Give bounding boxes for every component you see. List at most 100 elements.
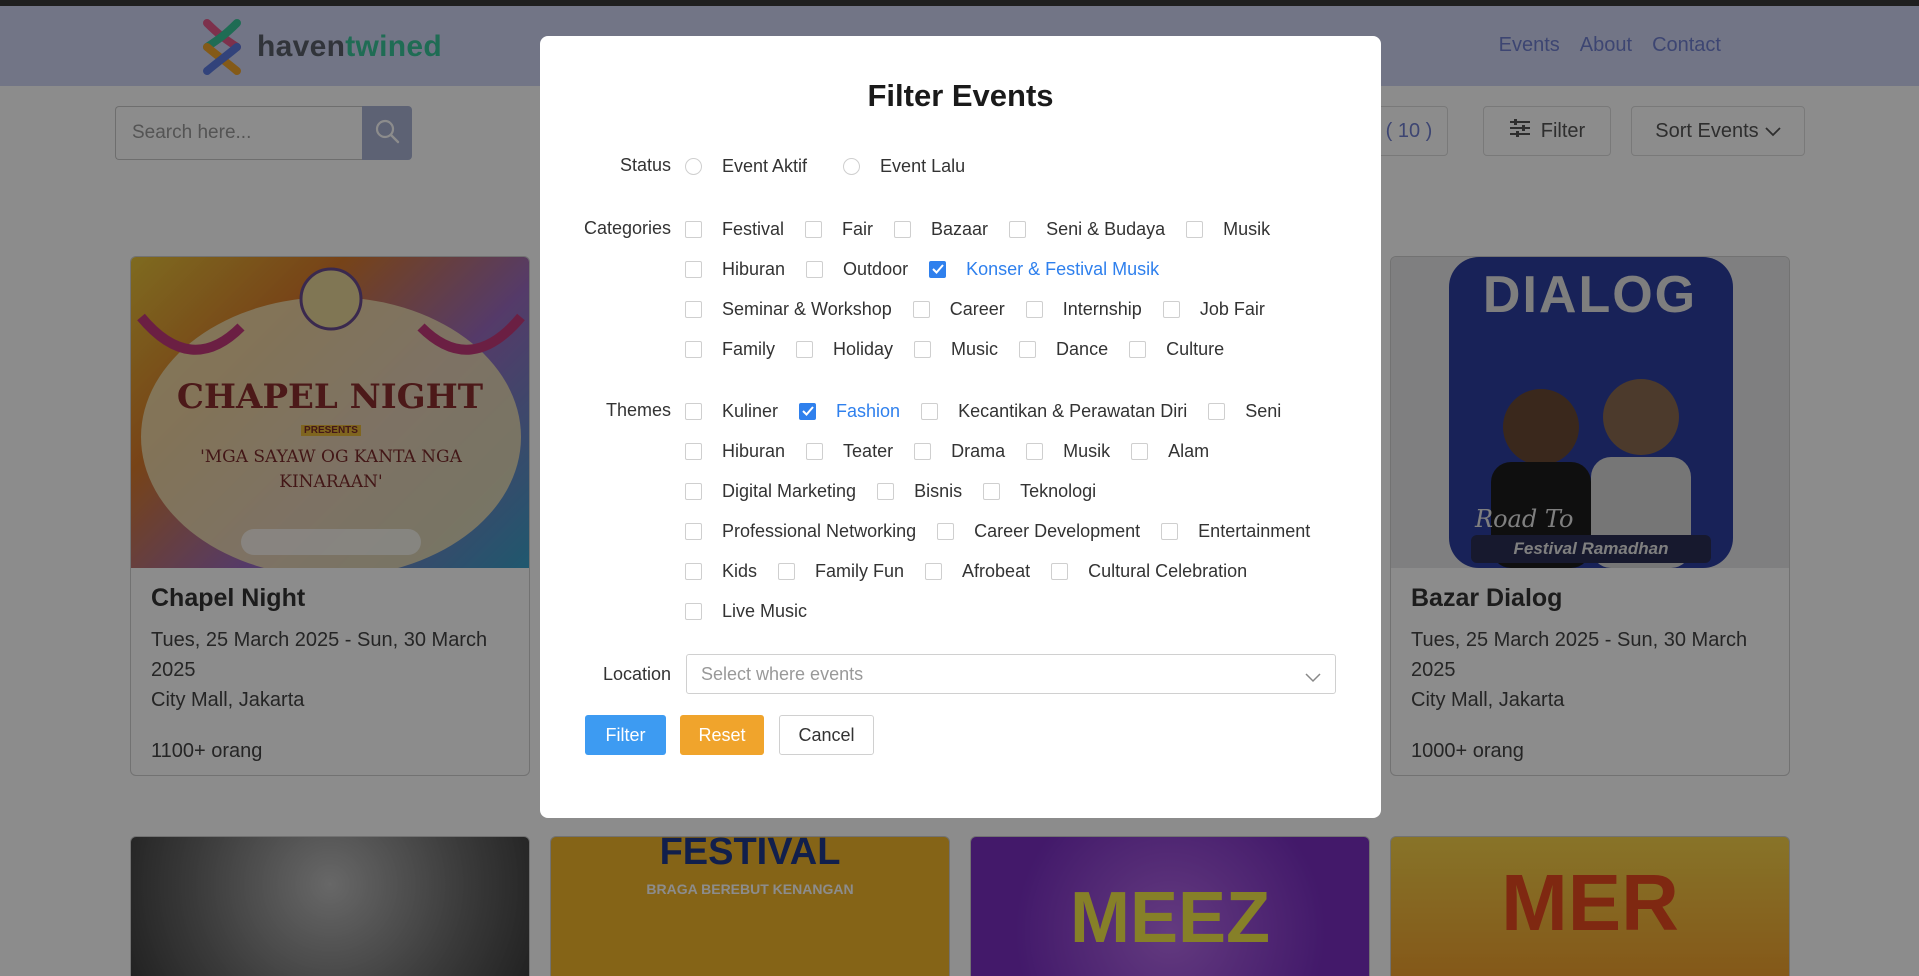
themes-checkbox-entertainment[interactable]: Entertainment xyxy=(1161,521,1310,542)
themes-checkbox-bisnis[interactable]: Bisnis xyxy=(877,481,962,502)
categories-checkbox-musik[interactable]: Musik xyxy=(1186,219,1270,240)
checkbox-box xyxy=(1162,300,1180,318)
themes-checkbox-afrobeat[interactable]: Afrobeat xyxy=(925,561,1030,582)
themes-checkbox-kids[interactable]: Kids xyxy=(685,561,757,582)
option-label: Family Fun xyxy=(815,560,905,581)
option-label: Music xyxy=(951,338,999,359)
themes-checkbox-teater[interactable]: Teater xyxy=(806,441,893,462)
option-label: Festival xyxy=(722,218,785,239)
option-label: Teater xyxy=(843,440,894,461)
checkbox-box xyxy=(806,260,824,278)
themes-checkbox-professional-networking[interactable]: Professional Networking xyxy=(685,521,916,542)
option-label: Afrobeat xyxy=(962,560,1031,581)
option-label: Job Fair xyxy=(1199,298,1265,319)
categories-checkbox-konser-festival-musik[interactable]: Konser & Festival Musik xyxy=(929,259,1159,280)
option-label: Kids xyxy=(722,560,758,581)
option-label: Konser & Festival Musik xyxy=(966,258,1160,279)
categories-checkbox-bazaar[interactable]: Bazaar xyxy=(894,219,988,240)
checkbox-box xyxy=(685,602,702,620)
categories-label: Categories xyxy=(583,218,671,238)
themes-checkbox-drama[interactable]: Drama xyxy=(914,441,1005,462)
themes-checkbox-alam[interactable]: Alam xyxy=(1131,441,1209,462)
categories-checkbox-family[interactable]: Family xyxy=(685,339,775,360)
option-label: Seni & Budaya xyxy=(1046,218,1166,239)
status-label: Status xyxy=(619,155,671,175)
categories-row: Seminar & Workshop Career Internship Job Fa… xyxy=(685,296,1286,322)
themes-checkbox-career-development[interactable]: Career Development xyxy=(937,521,1140,542)
status-radio-event-aktif[interactable]: Event Aktif xyxy=(685,156,807,177)
categories-checkbox-music[interactable]: Music xyxy=(914,339,998,360)
checkbox-box xyxy=(937,522,955,540)
themes-checkbox-digital-marketing[interactable]: Digital Marketing xyxy=(685,481,856,502)
option-label: Culture xyxy=(1166,338,1225,359)
option-label: Bazaar xyxy=(931,218,989,239)
checkmark-icon xyxy=(799,402,817,420)
checkbox-box xyxy=(1009,220,1027,238)
categories-checkbox-career[interactable]: Career xyxy=(912,299,1005,320)
themes-checkbox-teknologi[interactable]: Teknologi xyxy=(983,481,1096,502)
option-label: Live Music xyxy=(722,600,808,621)
option-label: Cultural Celebration xyxy=(1088,560,1248,581)
location-label: Location xyxy=(602,664,671,684)
categories-checkbox-dance[interactable]: Dance xyxy=(1019,339,1108,360)
themes-checkbox-kecantikan-perawatan-diri[interactable]: Kecantikan & Perawatan Diri xyxy=(921,401,1187,422)
categories-checkbox-internship[interactable]: Internship xyxy=(1025,298,1142,320)
themes-row: Kids Family Fun Afrobeat Cultural Celebrati… xyxy=(685,558,1268,584)
checkbox-box xyxy=(894,220,912,238)
themes-checkbox-family-fun[interactable]: Family Fun xyxy=(778,561,904,582)
themes-checkbox-fashion[interactable]: Fashion xyxy=(799,401,900,422)
checkbox-box xyxy=(921,402,939,420)
cancel-button[interactable]: Cancel xyxy=(779,715,874,755)
filter-events-modal: Filter Events Status Event Aktif Event L… xyxy=(540,36,1381,818)
categories-row: Festival Fair Bazaar Seni & Budaya Musik xyxy=(685,216,1291,242)
categories-checkbox-outdoor[interactable]: Outdoor xyxy=(806,259,908,280)
location-select[interactable]: Select where events xyxy=(686,654,1336,694)
checkbox-box xyxy=(685,482,702,500)
chevron-down-icon xyxy=(1305,667,1321,688)
checkbox-box xyxy=(685,260,702,278)
categories-checkbox-seminar-workshop[interactable]: Seminar & Workshop xyxy=(685,299,892,320)
option-label: Seminar & Workshop xyxy=(722,298,892,319)
categories-checkbox-seni-budaya[interactable]: Seni & Budaya xyxy=(1009,219,1165,240)
option-label: Alam xyxy=(1168,440,1210,461)
checkbox-box xyxy=(1019,340,1037,358)
option-label: Holiday xyxy=(833,338,894,359)
checkbox-box xyxy=(914,442,932,460)
option-label: Family xyxy=(722,338,775,359)
categories-checkbox-festival[interactable]: Festival xyxy=(685,219,784,240)
checkbox-box xyxy=(1186,220,1204,238)
option-label: Seni xyxy=(1245,400,1282,421)
categories-checkbox-hiburan[interactable]: Hiburan xyxy=(685,259,785,280)
checkbox-box xyxy=(805,220,823,238)
checkbox-box xyxy=(1161,522,1179,540)
checkbox-box xyxy=(685,442,702,460)
categories-checkbox-culture[interactable]: Culture xyxy=(1129,339,1224,360)
option-label: Professional Networking xyxy=(722,520,917,541)
categories-checkbox-fair[interactable]: Fair xyxy=(805,219,873,240)
location-placeholder: Select where events xyxy=(701,663,864,684)
apply-filter-button[interactable]: Filter xyxy=(585,715,666,755)
option-label: Internship xyxy=(1062,298,1142,319)
themes-checkbox-cultural-celebration[interactable]: Cultural Celebration xyxy=(1051,561,1247,582)
checkbox-box xyxy=(1026,442,1044,460)
themes-checkbox-seni[interactable]: Seni xyxy=(1208,401,1281,422)
themes-checkbox-musik[interactable]: Musik xyxy=(1026,441,1110,462)
option-label: Musik xyxy=(1063,440,1111,461)
categories-row: Family Holiday Music Dance Culture xyxy=(685,336,1245,362)
option-label: Career Development xyxy=(974,520,1141,541)
checkbox-box xyxy=(685,522,702,540)
option-label: Fair xyxy=(842,218,874,239)
categories-checkbox-holiday[interactable]: Holiday xyxy=(796,339,893,360)
option-label: Digital Marketing xyxy=(722,480,857,501)
categories-checkbox-job-fair[interactable]: Job Fair xyxy=(1162,298,1265,320)
themes-checkbox-kuliner[interactable]: Kuliner xyxy=(685,401,778,422)
status-radio-event-lalu[interactable]: Event Lalu xyxy=(843,156,965,177)
option-label: Hiburan xyxy=(722,258,786,279)
themes-checkbox-hiburan[interactable]: Hiburan xyxy=(685,441,785,462)
themes-checkbox-live-music[interactable]: Live Music xyxy=(685,601,807,622)
checkbox-box xyxy=(685,402,702,420)
themes-row: Digital Marketing Bisnis Teknologi xyxy=(685,478,1117,504)
checkbox-box xyxy=(685,340,702,358)
reset-button[interactable]: Reset xyxy=(680,715,764,755)
option-label: Kecantikan & Perawatan Diri xyxy=(958,400,1188,421)
